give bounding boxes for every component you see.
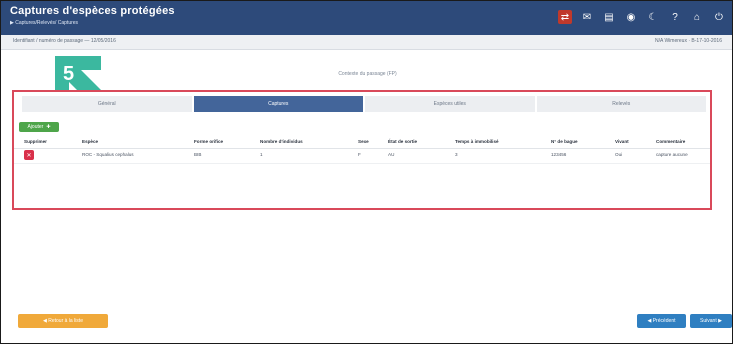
app-title: Captures d'espèces protégées xyxy=(10,5,175,17)
next-button[interactable]: Suivant ▶ xyxy=(690,314,732,328)
table-cell: 1 xyxy=(260,152,263,157)
column-header: État de sortie xyxy=(388,139,418,144)
home-icon[interactable]: ⌂ xyxy=(690,10,704,24)
chat-icon[interactable]: ✉ xyxy=(580,10,594,24)
column-header: Vivant xyxy=(615,139,629,144)
column-header: N° de bague xyxy=(551,139,578,144)
app-breadcrumb[interactable]: ▶ Captures/Relevés/ Captures xyxy=(10,20,78,26)
previous-button[interactable]: ◀ Précédent xyxy=(637,314,686,328)
table-cell: F xyxy=(358,152,361,157)
tab-general[interactable]: Général xyxy=(22,96,194,112)
plus-icon: ✚ xyxy=(46,124,51,130)
page-caption: Contexte du passage (FP) xyxy=(338,71,397,77)
tab-especes-utiles[interactable]: Espèces utiles xyxy=(365,96,537,112)
wifi-icon[interactable]: ◉ xyxy=(624,10,638,24)
info-bar-left: Identifiant / numéro de passage — 12/05/… xyxy=(13,38,116,44)
table-cell: AU xyxy=(388,152,395,157)
table-row: ✕ ROC - Squalius cephalus BIB 1 F AU 3 1… xyxy=(14,149,710,164)
exit-icon[interactable]: ⏻ xyxy=(712,10,726,24)
table-cell: capture aucune xyxy=(656,152,688,157)
tab-bar: Général Captures Espèces utiles Relevés xyxy=(22,96,708,112)
return-to-list-button[interactable]: ◀ Retour à la liste xyxy=(18,314,108,328)
table-cell: Oui xyxy=(615,152,623,157)
column-header: Espèce xyxy=(82,139,99,144)
column-header: Forme orifice xyxy=(194,139,224,144)
usb-icon[interactable]: ⇄ xyxy=(558,10,572,24)
table-cell: 3 xyxy=(455,152,458,157)
column-header: Supprimer xyxy=(24,139,47,144)
trash-icon[interactable]: ▤ xyxy=(602,10,616,24)
column-header: Temps à immobilisé xyxy=(455,139,499,144)
trash-icon: ✕ xyxy=(26,152,32,159)
column-header: Sexe xyxy=(358,139,369,144)
moon-icon[interactable]: ☾ xyxy=(646,10,660,24)
table-cell: BIB xyxy=(194,152,202,157)
column-header: Nombre d'individus xyxy=(260,139,303,144)
table-cell: 123456 xyxy=(551,152,567,157)
add-capture-button[interactable]: Ajouter ✚ xyxy=(19,122,59,132)
help-icon[interactable]: ? xyxy=(668,10,682,24)
tab-captures[interactable]: Captures xyxy=(193,96,365,112)
delete-row-button[interactable]: ✕ xyxy=(24,150,34,160)
table-header: Supprimer Espèce Forme orifice Nombre d'… xyxy=(14,136,710,149)
captures-panel: Général Captures Espèces utiles Relevés … xyxy=(12,90,712,210)
info-bar: Identifiant / numéro de passage — 12/05/… xyxy=(1,35,732,50)
add-button-label: Ajouter xyxy=(27,124,44,130)
column-header: Commentaire xyxy=(656,139,686,144)
tab-releves[interactable]: Relevés xyxy=(536,96,708,112)
table-cell: ROC - Squalius cephalus xyxy=(82,152,134,157)
app-header: Captures d'espèces protégées ▶ Captures/… xyxy=(1,1,732,35)
header-toolbar: ⇄ ✉ ▤ ◉ ☾ ? ⌂ ⏻ xyxy=(558,10,726,24)
info-bar-right: N/A Wimereux · B-17-10-2016 xyxy=(655,38,722,44)
